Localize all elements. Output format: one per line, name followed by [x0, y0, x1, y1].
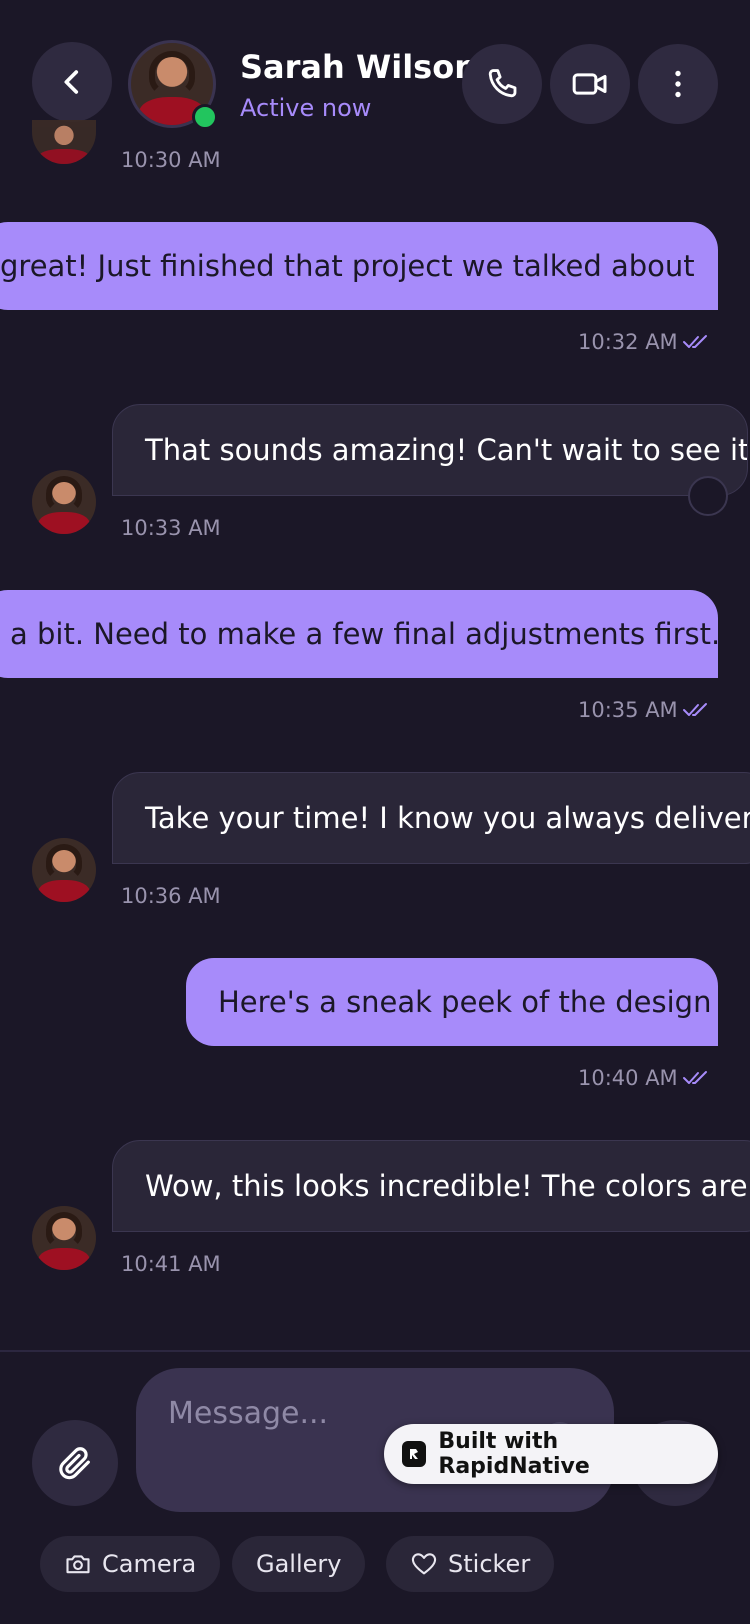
incoming-message[interactable]: Wow, this looks incredible! The colors a…: [112, 1140, 750, 1232]
message-time: 10:32 AM: [578, 330, 678, 354]
outgoing-message[interactable]: Here's a sneak peek of the design: [186, 958, 718, 1046]
message-text: great! Just finished that project we tal…: [0, 249, 695, 283]
read-receipt-icon: [683, 1071, 707, 1084]
camera-label: Camera: [102, 1550, 197, 1578]
chevron-left-icon: [64, 70, 79, 94]
message-time: 10:41 AM: [121, 1252, 221, 1276]
back-button[interactable]: [32, 42, 112, 122]
sticker-chip[interactable]: Sticker: [386, 1536, 555, 1592]
outgoing-message[interactable]: a bit. Need to make a few final adjustme…: [0, 590, 718, 678]
avatar: [32, 838, 96, 902]
header-avatar[interactable]: [128, 40, 218, 130]
video-camera-icon: [572, 73, 607, 95]
header: Sarah Wilson Active now: [0, 0, 750, 150]
avatar: [32, 120, 96, 164]
message-text: Wow, this looks incredible! The colors a…: [145, 1169, 750, 1203]
call-button[interactable]: [462, 44, 542, 124]
message-placeholder: Message...: [168, 1396, 329, 1431]
phone-icon: [488, 69, 517, 98]
rapidnative-logo-icon: [402, 1441, 427, 1467]
outgoing-message[interactable]: great! Just finished that project we tal…: [0, 222, 718, 310]
message-time: 10:35 AM: [578, 698, 678, 722]
composer-divider: [0, 1350, 750, 1352]
message-text: a bit. Need to make a few final adjustme…: [10, 617, 718, 651]
online-indicator: [192, 104, 218, 130]
message-time: 10:36 AM: [121, 884, 221, 908]
sticker-label: Sticker: [448, 1550, 531, 1578]
contact-name: Sarah Wilson: [240, 48, 477, 86]
badge-text: Built with RapidNative: [438, 1429, 590, 1479]
camera-chip[interactable]: Camera: [40, 1536, 221, 1592]
attach-button[interactable]: [32, 1420, 118, 1506]
read-receipt-icon: [683, 335, 707, 348]
contact-status: Active now: [240, 94, 372, 122]
gallery-label: Gallery: [256, 1550, 342, 1578]
avatar: [32, 470, 96, 534]
paperclip-icon: [59, 1447, 90, 1480]
read-receipt-icon: [683, 703, 707, 716]
avatar: [32, 1206, 96, 1270]
reaction-button[interactable]: [688, 476, 728, 516]
more-vertical-icon: [675, 70, 681, 98]
gallery-chip[interactable]: Gallery: [232, 1536, 366, 1592]
incoming-message[interactable]: Take your time! I know you always delive…: [112, 772, 750, 864]
message-text: Here's a sneak peek of the design: [218, 985, 712, 1019]
heart-icon: [411, 1553, 437, 1575]
camera-icon: [66, 1555, 90, 1574]
message-time: 10:33 AM: [121, 516, 221, 540]
message-time: 10:30 AM: [121, 148, 221, 172]
more-options-button[interactable]: [638, 44, 718, 124]
video-call-button[interactable]: [550, 44, 630, 124]
message-time: 10:40 AM: [578, 1066, 678, 1090]
incoming-message[interactable]: That sounds amazing! Can't wait to see i…: [112, 404, 748, 496]
message-text: Take your time! I know you always delive…: [145, 801, 750, 835]
message-text: That sounds amazing! Can't wait to see i…: [145, 433, 748, 467]
built-with-badge[interactable]: Built with RapidNative: [384, 1424, 718, 1484]
